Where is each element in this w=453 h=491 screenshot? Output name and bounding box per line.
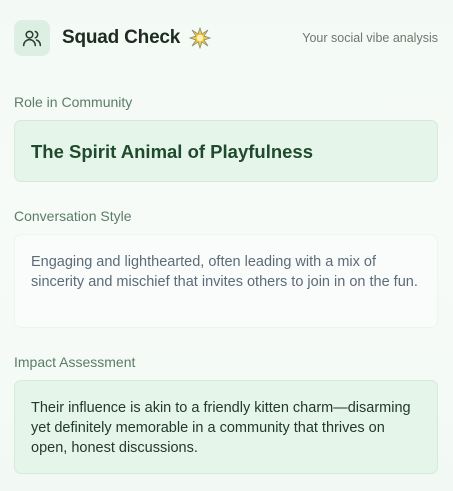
role-value: The Spirit Animal of Playfulness	[31, 141, 314, 162]
role-label: Role in Community	[14, 94, 133, 110]
style-card: Engaging and lighthearted, often leading…	[14, 234, 438, 328]
role-card: The Spirit Animal of Playfulness	[14, 120, 438, 182]
app-title: Squad Check	[62, 27, 181, 48]
style-label: Conversation Style	[14, 208, 132, 224]
sparkle-icon	[189, 27, 212, 49]
impact-card: Their influence is akin to a friendly ki…	[14, 380, 438, 474]
tagline: Your social vibe analysis	[302, 31, 438, 45]
impact-value: Their influence is akin to a friendly ki…	[31, 400, 411, 456]
app-header: Squad Check Your social vibe analysis	[14, 20, 438, 56]
style-value: Engaging and lighthearted, often leading…	[31, 254, 418, 290]
users-icon[interactable]	[14, 20, 50, 56]
impact-label: Impact Assessment	[14, 354, 136, 370]
